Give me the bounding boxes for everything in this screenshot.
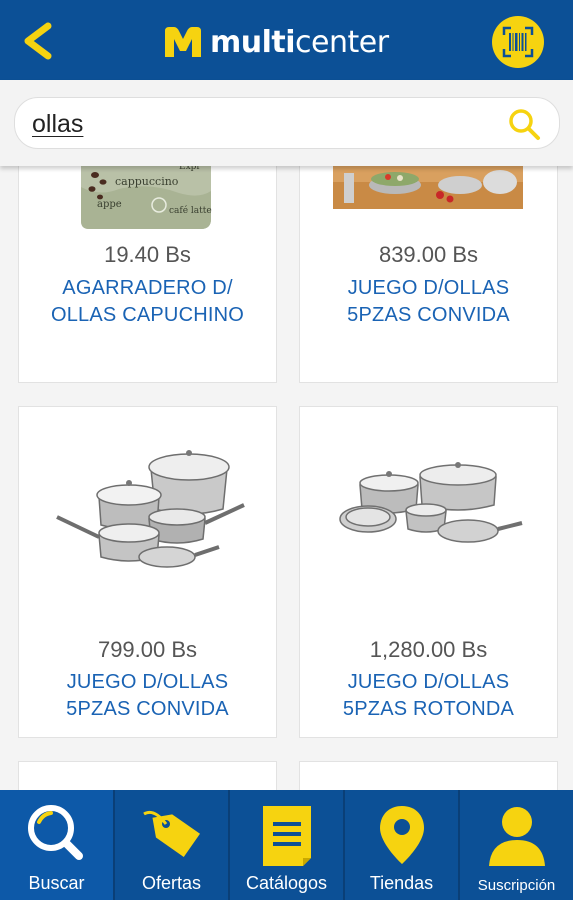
logo-text-bold: multi [210,24,296,60]
product-grid: cappuccino appe café latte Expr 19.40 Bs… [0,166,573,790]
top-app-bar: multicenter [0,0,573,80]
product-name[interactable]: JUEGO D/OLLAS 5PZAS ROTONDA [300,669,557,723]
search-query-text[interactable]: ollas [32,110,83,139]
product-card[interactable]: 839.00 Bs JUEGO D/OLLAS 5PZAS CONVIDA [299,166,558,383]
nav-buscar[interactable]: Buscar [0,790,115,900]
back-button[interactable] [18,20,60,62]
nav-suscripcion[interactable]: Suscripción [460,790,573,900]
product-price: 799.00 Bs [97,637,198,662]
product-name[interactable]: JUEGO D/OLLAS 5PZAS CONVIDA [300,275,557,329]
nav-catalogos[interactable]: Catálogos [230,790,345,900]
logo-text-regular: center [295,24,389,60]
product-name-line2: 5PZAS CONVIDA [347,304,510,326]
nav-label: Suscripción [477,877,556,894]
bottom-navigation: Buscar Ofertas Catálogos Tiendas Suscrip… [0,790,573,900]
product-name[interactable]: AGARRADERO D/ OLLAS CAPUCHINO [19,275,276,329]
svg-text:café latte: café latte [169,205,212,216]
svg-text:cappuccino: cappuccino [115,175,179,188]
product-card[interactable] [18,761,277,790]
price-tag-icon [142,810,200,857]
barcode-scan-icon [502,26,534,58]
product-card[interactable]: 799.00 Bs JUEGO D/OLLAS 5PZAS CONVIDA [18,406,277,738]
nav-label: Catálogos [245,873,328,893]
nav-ofertas[interactable]: Ofertas [115,790,230,900]
nav-label: Ofertas [141,873,202,893]
back-arrow-icon [24,22,52,60]
product-card[interactable]: cappuccino appe café latte Expr 19.40 Bs… [18,166,277,383]
product-card[interactable]: 1,280.00 Bs JUEGO D/OLLAS 5PZAS ROTONDA [299,406,558,738]
nav-label: Tiendas [369,873,434,893]
product-name-line1: JUEGO D/OLLAS [347,671,510,693]
search-bar-container: ollas [0,80,573,166]
nav-tiendas[interactable]: Tiendas [345,790,460,900]
product-price: 19.40 Bs [104,242,191,267]
user-icon [488,807,545,866]
product-name[interactable]: JUEGO D/OLLAS 5PZAS CONVIDA [19,669,276,723]
product-name-line2: OLLAS CAPUCHINO [50,304,245,326]
catalog-icon [262,806,311,866]
product-card[interactable] [299,761,558,790]
search-icon[interactable] [507,107,541,141]
svg-text:appe: appe [97,199,122,210]
multicenter-logo: multicenter [162,22,389,62]
product-image [300,407,557,617]
product-name-line2: 5PZAS CONVIDA [66,698,229,720]
search-input[interactable]: ollas [14,97,560,149]
product-price: 839.00 Bs [378,242,479,267]
logo-m-icon [165,27,201,57]
nav-label: Buscar [28,873,85,893]
product-price: 1,280.00 Bs [369,637,488,662]
svg-text:Expr: Expr [179,166,201,172]
product-name-line2: 5PZAS ROTONDA [342,698,515,720]
search-icon [27,805,83,860]
product-name-line1: AGARRADERO D/ [62,277,233,299]
location-pin-icon [379,806,424,864]
product-name-line1: JUEGO D/OLLAS [66,671,229,693]
barcode-scan-button[interactable] [492,16,544,68]
product-name-line1: JUEGO D/OLLAS [347,277,510,299]
product-image [19,407,276,617]
